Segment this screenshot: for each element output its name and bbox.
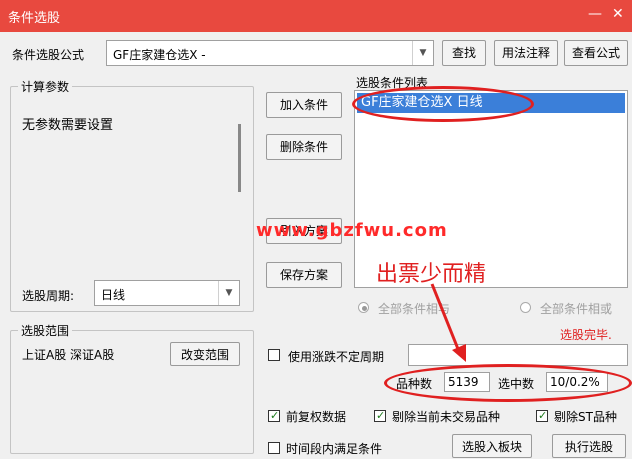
period-value: 日线 xyxy=(101,288,126,302)
formula-label: 条件选股公式 xyxy=(12,48,85,62)
counts-ellipse xyxy=(384,364,632,402)
exclude-st-label: 剔除ST品种 xyxy=(554,410,617,424)
formula-combobox[interactable]: GF庄家建仓选X - ▼ xyxy=(106,40,434,66)
delete-condition-button[interactable]: 删除条件 xyxy=(266,134,342,160)
annotation-arrow-icon xyxy=(430,283,466,362)
close-icon[interactable]: ✕ xyxy=(612,6,624,22)
add-to-block-button[interactable]: 选股入板块 xyxy=(452,434,532,458)
execute-selection-button[interactable]: 执行选股 xyxy=(552,434,626,458)
chevron-down-icon[interactable]: ▼ xyxy=(412,41,433,65)
time-range-checkbox[interactable] xyxy=(268,442,280,454)
title-bar: 条件选股 — ✕ xyxy=(0,0,632,32)
save-scheme-button[interactable]: 保存方案 xyxy=(266,262,342,288)
scope-value: 上证A股 深证A股 xyxy=(22,348,115,362)
usage-notes-button[interactable]: 用法注释 xyxy=(494,40,558,66)
exclude-untraded-label: 剔除当前未交易品种 xyxy=(392,410,501,424)
scope-legend: 选股范围 xyxy=(18,322,73,339)
formula-value: GF庄家建仓选X - xyxy=(113,48,206,62)
find-button[interactable]: 查找 xyxy=(442,40,486,66)
and-radio[interactable] xyxy=(358,302,369,313)
window-title: 条件选股 xyxy=(8,11,61,26)
or-radio[interactable] xyxy=(520,302,531,313)
uncertain-period-checkbox[interactable] xyxy=(268,349,280,361)
params-scrollbar[interactable] xyxy=(238,124,241,192)
forward-adjust-label: 前复权数据 xyxy=(286,410,347,424)
chevron-down-icon[interactable]: ▼ xyxy=(218,281,239,305)
watermark-text: www.gbzfwu.com xyxy=(256,220,448,241)
minimize-icon[interactable]: — xyxy=(588,6,602,22)
add-condition-button[interactable]: 加入条件 xyxy=(266,92,342,118)
exclude-st-checkbox[interactable] xyxy=(536,410,548,422)
highlight-ellipse xyxy=(352,86,534,122)
params-text: 无参数需要设置 xyxy=(22,118,114,133)
period-label: 选股周期: xyxy=(22,289,75,303)
view-formula-button[interactable]: 查看公式 xyxy=(564,40,628,66)
uncertain-period-label: 使用涨跌不定周期 xyxy=(288,350,385,364)
or-label: 全部条件相或 xyxy=(540,302,613,316)
status-text: 选股完毕. xyxy=(560,328,612,342)
forward-adjust-checkbox[interactable] xyxy=(268,410,280,422)
time-range-label: 时间段内满足条件 xyxy=(286,442,383,456)
exclude-untraded-checkbox[interactable] xyxy=(374,410,386,422)
params-legend: 计算参数 xyxy=(18,78,73,95)
change-scope-button[interactable]: 改变范围 xyxy=(170,342,240,366)
period-combobox[interactable]: 日线 ▼ xyxy=(94,280,240,306)
